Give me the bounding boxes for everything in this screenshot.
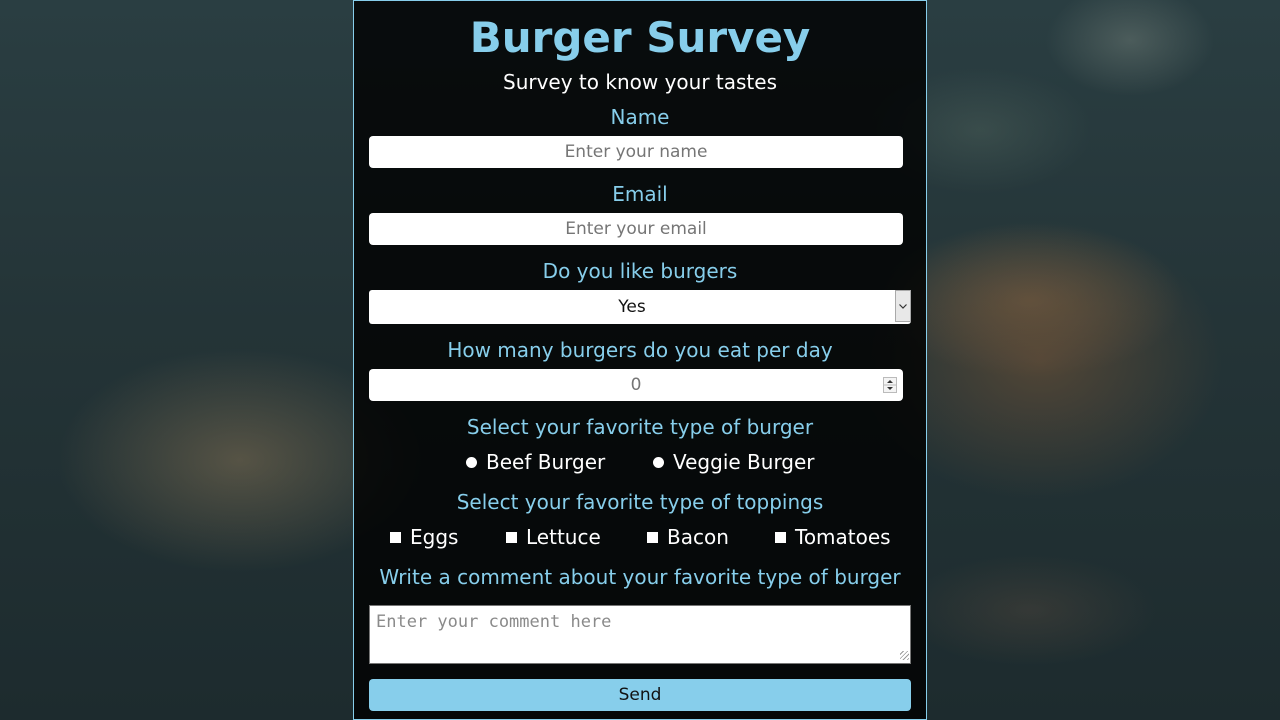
burger-type-label: Select your favorite type of burger bbox=[466, 415, 814, 439]
checkbox-label: Eggs bbox=[410, 525, 459, 549]
comment-textarea[interactable] bbox=[369, 605, 911, 664]
spinner-icon[interactable] bbox=[883, 377, 897, 393]
name-input[interactable] bbox=[369, 136, 903, 168]
checkbox[interactable] bbox=[506, 531, 517, 543]
radio-label: Veggie Burger bbox=[673, 450, 815, 474]
checkbox[interactable] bbox=[647, 531, 658, 543]
checkbox-label: Tomatoes bbox=[795, 525, 891, 549]
radio-beef-burger[interactable]: Beef Burger bbox=[466, 449, 605, 475]
email-input[interactable] bbox=[369, 213, 903, 245]
burgers-per-day-value: 0 bbox=[630, 375, 642, 395]
toppings-label: Select your favorite type of toppings bbox=[456, 490, 824, 514]
chevron-down-icon[interactable] bbox=[895, 290, 911, 322]
burgers-per-day-label: How many burgers do you eat per day bbox=[447, 338, 833, 362]
checkbox-lettuce[interactable]: Lettuce bbox=[506, 524, 601, 550]
like-burgers-select[interactable]: Yes bbox=[369, 290, 911, 324]
radio-button[interactable] bbox=[466, 456, 477, 468]
email-label: Email bbox=[612, 182, 668, 206]
name-label: Name bbox=[610, 105, 670, 129]
checkbox[interactable] bbox=[390, 531, 401, 543]
radio-label: Beef Burger bbox=[486, 450, 606, 474]
checkbox-label: Bacon bbox=[667, 525, 729, 549]
checkbox[interactable] bbox=[775, 531, 786, 543]
checkbox-bacon[interactable]: Bacon bbox=[647, 524, 729, 550]
send-button[interactable]: Send bbox=[369, 679, 911, 711]
radio-veggie-burger[interactable]: Veggie Burger bbox=[653, 449, 815, 475]
survey-form: Burger Survey Survey to know your tastes… bbox=[353, 0, 927, 720]
like-burgers-selected-value: Yes bbox=[618, 297, 646, 317]
page-title: Burger Survey bbox=[469, 13, 811, 62]
checkbox-label: Lettuce bbox=[526, 525, 601, 549]
burgers-per-day-input[interactable]: 0 bbox=[369, 369, 903, 401]
checkbox-eggs[interactable]: Eggs bbox=[390, 524, 458, 550]
checkbox-tomatoes[interactable]: Tomatoes bbox=[775, 524, 891, 550]
comment-label: Write a comment about your favorite type… bbox=[379, 565, 901, 589]
radio-button[interactable] bbox=[653, 456, 664, 468]
resize-grip-icon[interactable] bbox=[900, 651, 909, 660]
page-subtitle: Survey to know your tastes bbox=[503, 70, 777, 94]
like-burgers-label: Do you like burgers bbox=[542, 259, 738, 283]
